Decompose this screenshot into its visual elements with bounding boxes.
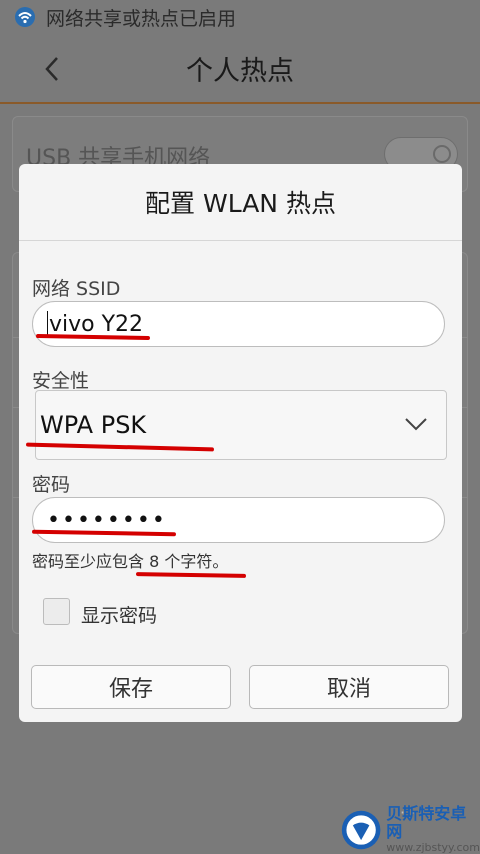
- page-title: 个人热点: [186, 55, 294, 87]
- ssid-label: 网络 SSID: [32, 278, 121, 300]
- watermark-logo: 贝斯特安卓网 www.zjbstyy.com: [340, 804, 480, 854]
- toggle-knob: [433, 145, 451, 163]
- show-password-label[interactable]: 显示密码: [81, 601, 157, 628]
- wifi-hotspot-icon: [15, 7, 35, 27]
- status-bar: 网络共享或热点已启用: [0, 0, 480, 34]
- wlan-hotspot-dialog: 配置 WLAN 热点 网络 SSID vivo Y22 安全性 WPA PSK …: [19, 164, 462, 722]
- cancel-button[interactable]: 取消: [249, 665, 449, 709]
- password-hint: 密码至少应包含 8 个字符。: [32, 552, 229, 571]
- chevron-left-icon[interactable]: [38, 54, 68, 84]
- brand-name: 贝斯特安卓网: [386, 804, 467, 841]
- brand-url: www.zjbstyy.com: [386, 841, 480, 854]
- ssid-input[interactable]: vivo Y22: [32, 301, 445, 347]
- title-bar: 个人热点: [0, 34, 480, 102]
- status-text: 网络共享或热点已启用: [46, 7, 237, 30]
- password-label: 密码: [32, 474, 71, 496]
- ssid-value: vivo Y22: [49, 311, 144, 337]
- dialog-title: 配置 WLAN 热点: [19, 164, 462, 241]
- show-password-checkbox[interactable]: [43, 598, 70, 625]
- password-input[interactable]: ••••••••: [32, 497, 445, 543]
- security-select[interactable]: WPA PSK: [35, 390, 447, 460]
- security-value: WPA PSK: [40, 411, 147, 439]
- password-value: ••••••••: [47, 507, 167, 533]
- chevron-down-icon: [405, 418, 427, 431]
- header-divider: [0, 102, 480, 104]
- brand-logo-icon: [341, 810, 381, 850]
- security-label: 安全性: [32, 370, 90, 392]
- text-cursor: [47, 311, 48, 337]
- save-button[interactable]: 保存: [31, 665, 231, 709]
